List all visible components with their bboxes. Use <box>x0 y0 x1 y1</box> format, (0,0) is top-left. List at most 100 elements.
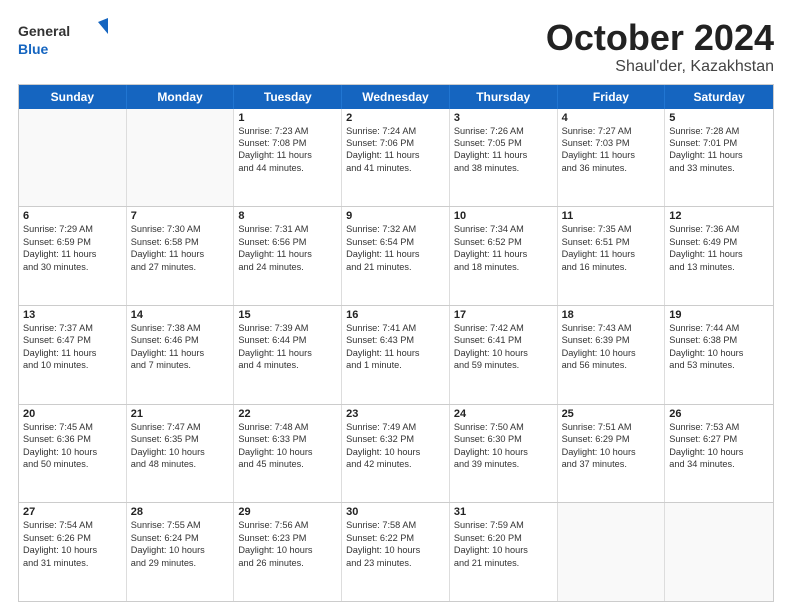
sunset-text: Sunset: 7:05 PM <box>454 137 553 149</box>
day-number: 31 <box>454 506 553 518</box>
sunset-text: Sunset: 6:26 PM <box>23 532 122 544</box>
table-row: 11 Sunrise: 7:35 AM Sunset: 6:51 PM Dayl… <box>558 207 666 305</box>
page-title: October 2024 <box>546 18 774 58</box>
daylight-text: Daylight: 11 hours <box>346 248 445 260</box>
sunrise-text: Sunrise: 7:50 AM <box>454 421 553 433</box>
daylight-minutes: and 16 minutes. <box>562 261 661 273</box>
daylight-minutes: and 48 minutes. <box>131 458 230 470</box>
daylight-minutes: and 18 minutes. <box>454 261 553 273</box>
daylight-minutes: and 36 minutes. <box>562 162 661 174</box>
logo: General Blue <box>18 18 108 62</box>
calendar: Sunday Monday Tuesday Wednesday Thursday… <box>18 84 774 602</box>
daylight-minutes: and 38 minutes. <box>454 162 553 174</box>
day-number: 21 <box>131 408 230 420</box>
calendar-row-3: 20 Sunrise: 7:45 AM Sunset: 6:36 PM Dayl… <box>19 404 773 503</box>
sunset-text: Sunset: 6:52 PM <box>454 236 553 248</box>
table-row: 4 Sunrise: 7:27 AM Sunset: 7:03 PM Dayli… <box>558 109 666 207</box>
day-number: 12 <box>669 210 769 222</box>
daylight-minutes: and 13 minutes. <box>669 261 769 273</box>
sunset-text: Sunset: 6:49 PM <box>669 236 769 248</box>
daylight-minutes: and 23 minutes. <box>346 557 445 569</box>
sunset-text: Sunset: 6:24 PM <box>131 532 230 544</box>
table-row: 10 Sunrise: 7:34 AM Sunset: 6:52 PM Dayl… <box>450 207 558 305</box>
sunset-text: Sunset: 6:27 PM <box>669 433 769 445</box>
sunset-text: Sunset: 6:59 PM <box>23 236 122 248</box>
table-row: 27 Sunrise: 7:54 AM Sunset: 6:26 PM Dayl… <box>19 503 127 601</box>
sunset-text: Sunset: 6:30 PM <box>454 433 553 445</box>
sunset-text: Sunset: 6:44 PM <box>238 334 337 346</box>
daylight-minutes: and 56 minutes. <box>562 359 661 371</box>
sunset-text: Sunset: 6:35 PM <box>131 433 230 445</box>
table-row: 31 Sunrise: 7:59 AM Sunset: 6:20 PM Dayl… <box>450 503 558 601</box>
daylight-text: Daylight: 10 hours <box>131 446 230 458</box>
day-number: 6 <box>23 210 122 222</box>
daylight-minutes: and 31 minutes. <box>23 557 122 569</box>
sunrise-text: Sunrise: 7:34 AM <box>454 223 553 235</box>
page-header: General Blue October 2024 Shaul'der, Kaz… <box>18 18 774 76</box>
daylight-minutes: and 41 minutes. <box>346 162 445 174</box>
calendar-header: Sunday Monday Tuesday Wednesday Thursday… <box>19 85 773 109</box>
day-number: 28 <box>131 506 230 518</box>
table-row: 16 Sunrise: 7:41 AM Sunset: 6:43 PM Dayl… <box>342 306 450 404</box>
daylight-text: Daylight: 11 hours <box>238 149 337 161</box>
daylight-text: Daylight: 10 hours <box>238 446 337 458</box>
daylight-text: Daylight: 11 hours <box>23 347 122 359</box>
header-monday: Monday <box>127 85 235 109</box>
sunset-text: Sunset: 6:32 PM <box>346 433 445 445</box>
sunrise-text: Sunrise: 7:24 AM <box>346 125 445 137</box>
sunset-text: Sunset: 6:23 PM <box>238 532 337 544</box>
daylight-text: Daylight: 11 hours <box>23 248 122 260</box>
day-number: 9 <box>346 210 445 222</box>
table-row: 5 Sunrise: 7:28 AM Sunset: 7:01 PM Dayli… <box>665 109 773 207</box>
calendar-row-2: 13 Sunrise: 7:37 AM Sunset: 6:47 PM Dayl… <box>19 305 773 404</box>
sunrise-text: Sunrise: 7:36 AM <box>669 223 769 235</box>
page-subtitle: Shaul'der, Kazakhstan <box>546 58 774 76</box>
table-row: 8 Sunrise: 7:31 AM Sunset: 6:56 PM Dayli… <box>234 207 342 305</box>
table-row: 12 Sunrise: 7:36 AM Sunset: 6:49 PM Dayl… <box>665 207 773 305</box>
daylight-minutes: and 33 minutes. <box>669 162 769 174</box>
daylight-minutes: and 29 minutes. <box>131 557 230 569</box>
daylight-minutes: and 53 minutes. <box>669 359 769 371</box>
sunset-text: Sunset: 6:38 PM <box>669 334 769 346</box>
sunset-text: Sunset: 6:46 PM <box>131 334 230 346</box>
daylight-text: Daylight: 10 hours <box>562 446 661 458</box>
daylight-text: Daylight: 11 hours <box>669 149 769 161</box>
daylight-minutes: and 50 minutes. <box>23 458 122 470</box>
daylight-minutes: and 26 minutes. <box>238 557 337 569</box>
table-row <box>127 109 235 207</box>
table-row: 20 Sunrise: 7:45 AM Sunset: 6:36 PM Dayl… <box>19 405 127 503</box>
daylight-minutes: and 24 minutes. <box>238 261 337 273</box>
sunrise-text: Sunrise: 7:29 AM <box>23 223 122 235</box>
sunrise-text: Sunrise: 7:47 AM <box>131 421 230 433</box>
sunrise-text: Sunrise: 7:55 AM <box>131 519 230 531</box>
header-friday: Friday <box>558 85 666 109</box>
daylight-text: Daylight: 10 hours <box>346 446 445 458</box>
sunset-text: Sunset: 6:51 PM <box>562 236 661 248</box>
daylight-minutes: and 34 minutes. <box>669 458 769 470</box>
daylight-text: Daylight: 11 hours <box>454 149 553 161</box>
table-row: 29 Sunrise: 7:56 AM Sunset: 6:23 PM Dayl… <box>234 503 342 601</box>
title-block: October 2024 Shaul'der, Kazakhstan <box>546 18 774 76</box>
day-number: 4 <box>562 112 661 124</box>
table-row: 6 Sunrise: 7:29 AM Sunset: 6:59 PM Dayli… <box>19 207 127 305</box>
svg-text:Blue: Blue <box>18 41 49 57</box>
table-row: 9 Sunrise: 7:32 AM Sunset: 6:54 PM Dayli… <box>342 207 450 305</box>
daylight-minutes: and 37 minutes. <box>562 458 661 470</box>
day-number: 18 <box>562 309 661 321</box>
sunrise-text: Sunrise: 7:27 AM <box>562 125 661 137</box>
daylight-minutes: and 27 minutes. <box>131 261 230 273</box>
header-tuesday: Tuesday <box>234 85 342 109</box>
daylight-text: Daylight: 11 hours <box>238 347 337 359</box>
sunset-text: Sunset: 6:47 PM <box>23 334 122 346</box>
daylight-minutes: and 7 minutes. <box>131 359 230 371</box>
sunrise-text: Sunrise: 7:28 AM <box>669 125 769 137</box>
sunset-text: Sunset: 6:29 PM <box>562 433 661 445</box>
sunrise-text: Sunrise: 7:37 AM <box>23 322 122 334</box>
daylight-minutes: and 21 minutes. <box>454 557 553 569</box>
daylight-text: Daylight: 11 hours <box>346 149 445 161</box>
sunrise-text: Sunrise: 7:41 AM <box>346 322 445 334</box>
day-number: 13 <box>23 309 122 321</box>
day-number: 7 <box>131 210 230 222</box>
day-number: 2 <box>346 112 445 124</box>
day-number: 1 <box>238 112 337 124</box>
